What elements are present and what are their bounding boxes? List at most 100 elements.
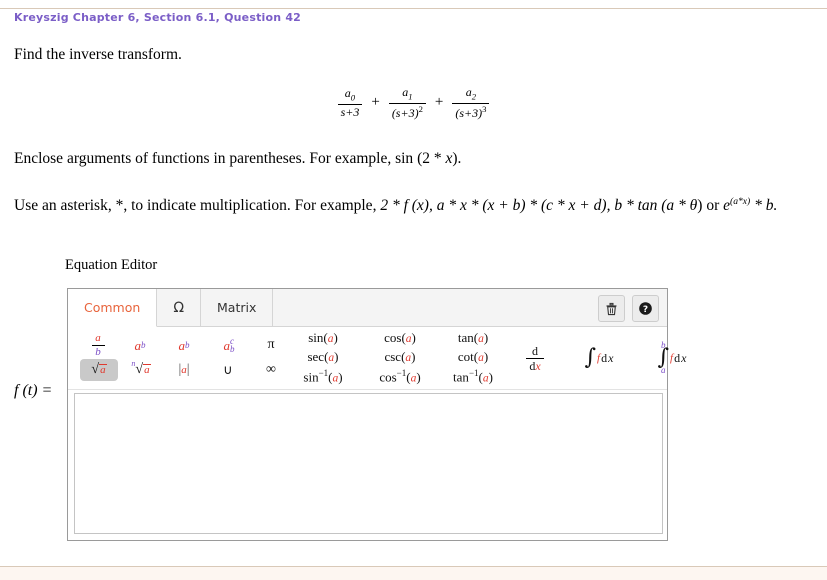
tab-omega[interactable]: Ω	[157, 289, 202, 326]
tan-inverse-name: tan	[453, 368, 469, 384]
palette-nth-root-button[interactable]: n √ a	[124, 359, 158, 381]
asterisk-prefix-text: Use an asterisk, *, to indicate multipli…	[14, 197, 381, 215]
palette-derivative-button[interactable]: d dx	[516, 341, 554, 375]
trash-icon	[605, 302, 618, 316]
sin-label: sin(a)	[308, 330, 338, 346]
csc-label: csc(a)	[384, 349, 416, 365]
sin-inverse-label: sin−1(a)	[303, 367, 343, 384]
superscript-exponent-placeholder: b	[141, 339, 146, 350]
sec-arg-placeholder: a	[328, 352, 335, 365]
svg-text:?: ?	[643, 305, 648, 315]
palette-csc-button[interactable]: csc(a)	[364, 349, 436, 366]
help-icon: ?	[638, 301, 653, 316]
derivative-numerator: d	[532, 343, 538, 358]
palette-definite-integral-button[interactable]: b ∫ a f dx	[636, 335, 708, 381]
cos-inverse-label: cos−1(a)	[379, 367, 421, 384]
tab-common-label: Common	[84, 300, 141, 315]
sin-inverse-marker: −1	[318, 367, 329, 378]
subscript-index-placeholder: b	[185, 339, 190, 350]
palette-subscript-button[interactable]: ab	[168, 333, 200, 357]
term2-den-exponent: 2	[418, 103, 423, 114]
subsup-lower-placeholder: b	[230, 344, 235, 354]
tab-common[interactable]: Common	[68, 289, 158, 327]
nth-root-index-placeholder: n	[131, 359, 136, 368]
asterisk-example-1-arg: (x)	[407, 197, 429, 215]
palette-square-root-button[interactable]: √ a	[80, 359, 118, 381]
term3-num-subscript: 2	[471, 91, 477, 102]
term1-num-subscript: 0	[350, 92, 356, 103]
abs-right-bar: |	[186, 362, 190, 377]
palette-union-button[interactable]: ∪	[212, 359, 244, 381]
csc-arg-placeholder: a	[405, 352, 412, 365]
cot-label: cot(a)	[457, 349, 489, 365]
palette-subsuperscript-button[interactable]: acb	[212, 333, 246, 357]
definite-integral-differential: d	[674, 351, 681, 365]
equation-editor-title: Equation Editor	[65, 257, 158, 273]
answer-label-rest: (t) =	[18, 382, 53, 399]
palette-cot-button[interactable]: cot(a)	[438, 349, 508, 366]
integral-differential: d	[601, 351, 608, 365]
palette-tan-inverse-button[interactable]: tan−1(a)	[434, 368, 512, 385]
asterisk-example-4: ) or	[697, 197, 724, 215]
enclose-example-arg: (2 *	[413, 150, 446, 167]
display-equation: a0 s+3 + a1 (s+3)2 + a2 (s+3)3	[0, 86, 827, 120]
tab-matrix[interactable]: Matrix	[201, 289, 274, 326]
editor-tool-buttons: ?	[598, 295, 659, 322]
sin-inverse-name: sin	[303, 368, 319, 384]
tab-omega-label: Ω	[173, 299, 185, 316]
palette-tan-button[interactable]: tan(a)	[438, 330, 508, 347]
cot-arg-placeholder: a	[478, 352, 484, 365]
nth-root-icon: n √ a	[131, 359, 151, 377]
help-button[interactable]: ?	[632, 295, 659, 322]
answer-label: f (t) =	[14, 382, 52, 400]
palette-sin-inverse-button[interactable]: sin−1(a)	[286, 368, 360, 385]
equation-term-3: a2 (s+3)3	[452, 86, 490, 120]
tan-inverse-label: tan−1(a)	[453, 367, 493, 384]
equation-term-1: a0 s+3	[337, 87, 363, 119]
palette-sec-button[interactable]: sec(a)	[290, 349, 356, 366]
term1-denominator: s+3	[340, 104, 360, 119]
answer-input-area[interactable]	[74, 393, 663, 534]
cos-inverse-arg-placeholder: a	[410, 371, 417, 384]
palette-cos-button[interactable]: cos(a)	[364, 330, 436, 347]
prompt-find-inverse-transform: Find the inverse transform.	[14, 46, 182, 63]
sin-name: sin	[308, 330, 324, 346]
prompt-asterisk-multiplication: Use an asterisk, *, to indicate multipli…	[14, 196, 777, 215]
asterisk-euler-base: e	[723, 197, 730, 215]
palette-indefinite-integral-button[interactable]: ∫ f dx	[568, 341, 630, 375]
union-icon: ∪	[223, 362, 233, 378]
tan-label: tan(a)	[457, 330, 489, 346]
tan-name: tan	[457, 330, 474, 346]
equation-operator-2: +	[434, 94, 444, 111]
fraction-numerator-placeholder: a	[95, 331, 101, 344]
sin-arg-placeholder: a	[327, 333, 334, 346]
infinity-icon: ∞	[266, 362, 276, 377]
definite-integral-lower-limit: a	[661, 364, 666, 375]
cos-arg-placeholder: a	[405, 333, 412, 346]
prompt-enclose-arguments: Enclose arguments of functions in parent…	[14, 150, 461, 168]
symbol-palette: a b ab ab acb π √ a n √ a | a | ∪ ∞ sin(…	[68, 327, 686, 390]
palette-infinity-button[interactable]: ∞	[256, 359, 286, 381]
nth-root-radicand-placeholder: a	[143, 364, 151, 376]
delete-button[interactable]	[598, 295, 625, 322]
pi-icon: π	[267, 337, 275, 352]
editor-tab-bar: Common Ω Matrix ?	[68, 289, 667, 327]
palette-cos-inverse-button[interactable]: cos−1(a)	[360, 368, 440, 385]
definite-integral-variable: x	[681, 351, 687, 365]
tab-matrix-label: Matrix	[217, 300, 257, 315]
cos-inverse-marker: −1	[396, 367, 407, 378]
square-root-icon: √ a	[91, 362, 107, 377]
palette-pi-button[interactable]: π	[256, 333, 286, 357]
term2-num-subscript: 1	[408, 91, 413, 102]
equation-editor-panel: Common Ω Matrix ? a b a b a b a c b π √ …	[67, 288, 686, 541]
palette-superscript-button[interactable]: ab	[124, 333, 156, 357]
sec-label: sec(a)	[307, 349, 339, 365]
derivative-denominator: dx	[529, 360, 540, 372]
palette-fraction-button[interactable]: a b	[82, 331, 114, 357]
palette-sin-button[interactable]: sin(a)	[290, 330, 356, 347]
question-title: Kreyszig Chapter 6, Section 6.1, Questio…	[14, 11, 302, 24]
palette-absolute-value-button[interactable]: | a |	[168, 359, 200, 381]
enclose-prefix-text: Enclose arguments of functions in parent…	[14, 150, 396, 167]
term2-denominator: (s+3)	[391, 105, 419, 120]
cot-name: cot	[457, 349, 474, 365]
